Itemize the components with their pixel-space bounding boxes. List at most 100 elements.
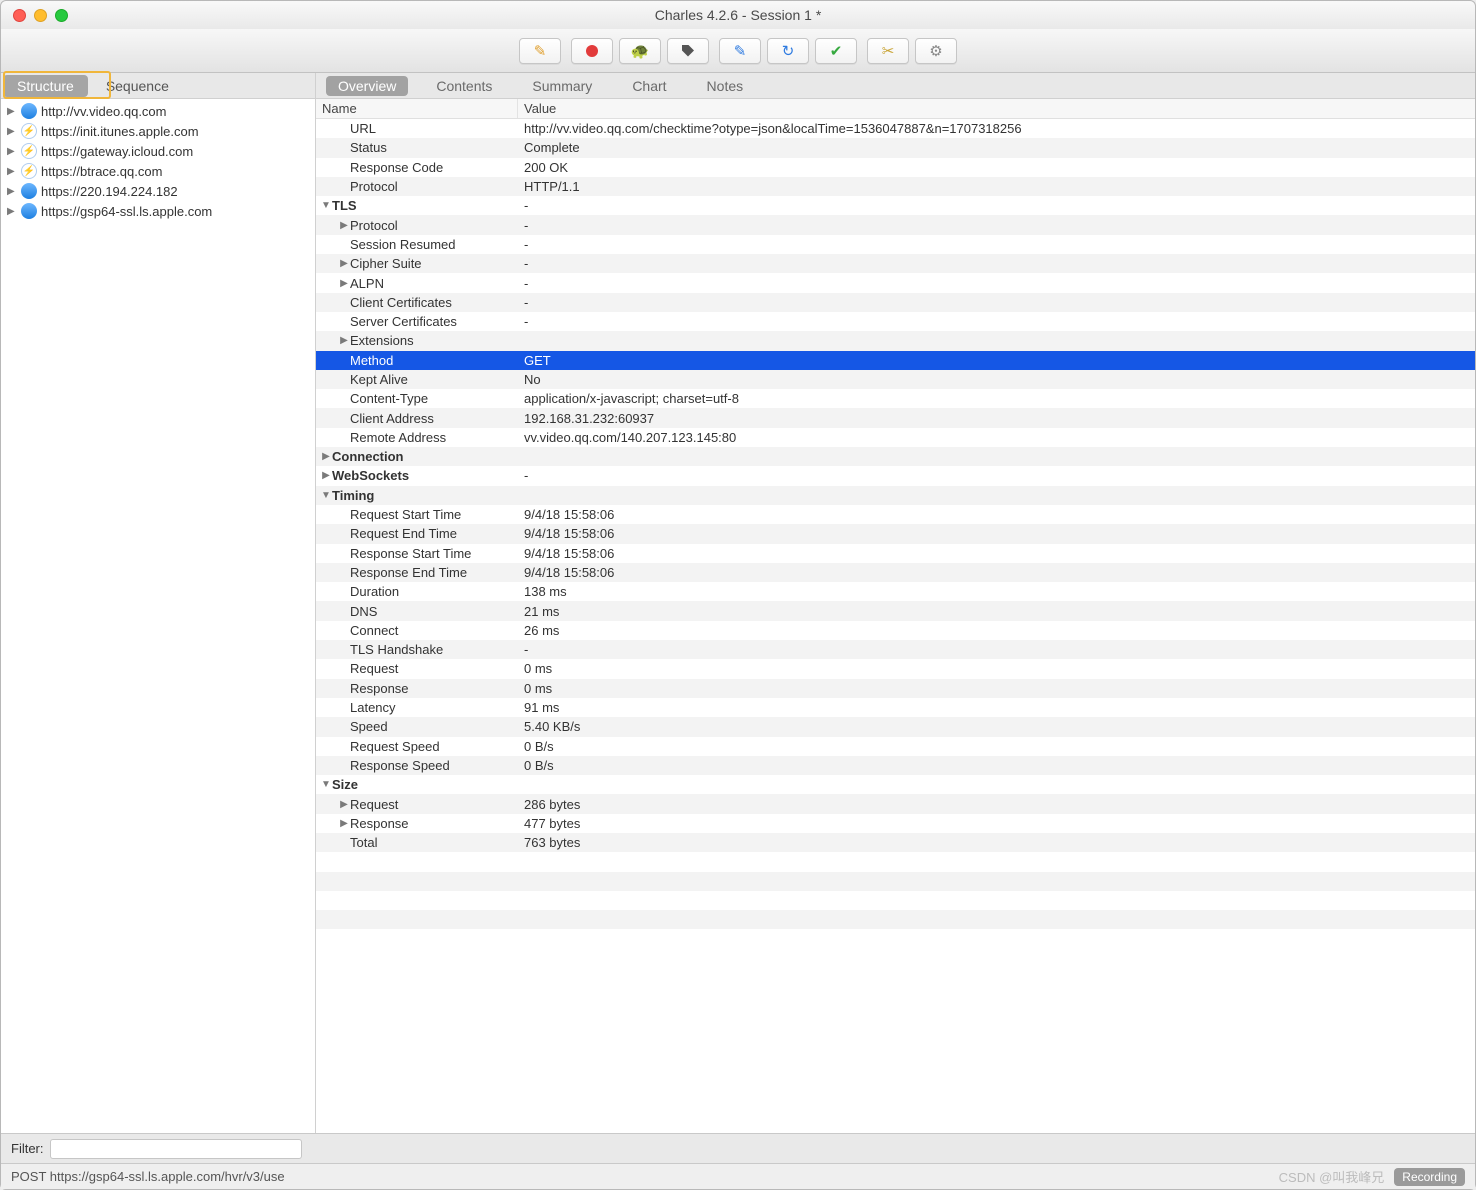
grid-row[interactable]: Request Start Time9/4/18 15:58:06	[316, 505, 1475, 524]
grid-row[interactable]: Response End Time9/4/18 15:58:06	[316, 563, 1475, 582]
filter-input[interactable]	[50, 1139, 302, 1159]
grid-row[interactable]: MethodGET	[316, 351, 1475, 370]
chevron-right-icon[interactable]: ▶	[338, 220, 350, 231]
grid-row[interactable]: Total763 bytes	[316, 833, 1475, 852]
cell-value: 477 bytes	[518, 816, 1475, 831]
grid-row[interactable]: ▼Size	[316, 775, 1475, 794]
grid-row[interactable]: ▼TLS-	[316, 196, 1475, 215]
grid-row[interactable]: ▶WebSockets-	[316, 466, 1475, 485]
grid-row[interactable]: DNS21 ms	[316, 601, 1475, 620]
chevron-down-icon[interactable]: ▼	[320, 779, 332, 790]
grid-row[interactable]: ▶ALPN-	[316, 273, 1475, 292]
grid-row[interactable]: Response Code200 OK	[316, 158, 1475, 177]
validate-button[interactable]: ✔	[815, 38, 857, 64]
grid-row[interactable]: Remote Addressvv.video.qq.com/140.207.12…	[316, 428, 1475, 447]
chevron-right-icon[interactable]: ▶	[338, 799, 350, 810]
cell-name: Client Certificates	[316, 295, 518, 310]
cell-name: Protocol	[316, 179, 518, 194]
grid-row[interactable]: ▶Extensions	[316, 331, 1475, 350]
host-tree[interactable]: ▶ http://vv.video.qq.com▶ ⚡ https://init…	[1, 99, 315, 1133]
grid-row[interactable]	[316, 910, 1475, 929]
cell-value: 0 ms	[518, 681, 1475, 696]
host-row[interactable]: ▶ https://220.194.224.182	[1, 181, 315, 201]
grid-row[interactable]: ▶Connection	[316, 447, 1475, 466]
grid-row[interactable]: Session Resumed-	[316, 235, 1475, 254]
tab-contents[interactable]: Contents	[424, 76, 504, 96]
grid-row[interactable]: Request0 ms	[316, 659, 1475, 678]
titlebar: Charles 4.2.6 - Session 1 *	[1, 1, 1475, 29]
grid-body[interactable]: URLhttp://vv.video.qq.com/checktime?otyp…	[316, 119, 1475, 1133]
cell-value: GET	[518, 353, 1475, 368]
tab-chart[interactable]: Chart	[620, 76, 678, 96]
settings-button[interactable]: ⚙	[915, 38, 957, 64]
throttle-button[interactable]: 🐢	[619, 38, 661, 64]
cell-value: 286 bytes	[518, 797, 1475, 812]
bolt-icon: ⚡	[21, 123, 37, 139]
col-name[interactable]: Name	[316, 99, 518, 118]
row-name-label: Total	[350, 835, 377, 850]
grid-row[interactable]: StatusComplete	[316, 138, 1475, 157]
chevron-right-icon[interactable]: ▶	[320, 451, 332, 462]
grid-row[interactable]: ▶Cipher Suite-	[316, 254, 1475, 273]
grid-row[interactable]	[316, 891, 1475, 910]
repeat-icon: ↻	[782, 42, 795, 60]
compose-button[interactable]: ✎	[719, 38, 761, 64]
grid-row[interactable]: ProtocolHTTP/1.1	[316, 177, 1475, 196]
grid-row[interactable]: ▶Response477 bytes	[316, 814, 1475, 833]
host-row[interactable]: ▶ ⚡ https://gateway.icloud.com	[1, 141, 315, 161]
chevron-right-icon[interactable]: ▶	[338, 278, 350, 289]
tab-overview[interactable]: Overview	[326, 76, 408, 96]
chevron-down-icon[interactable]: ▼	[320, 490, 332, 501]
chevron-right-icon: ▶	[7, 186, 17, 197]
repeat-button[interactable]: ↻	[767, 38, 809, 64]
chevron-right-icon[interactable]: ▶	[338, 818, 350, 829]
grid-row[interactable]: ▶Protocol-	[316, 215, 1475, 234]
grid-row[interactable]: ▶Request286 bytes	[316, 794, 1475, 813]
grid-row[interactable]	[316, 852, 1475, 871]
host-row[interactable]: ▶ ⚡ https://btrace.qq.com	[1, 161, 315, 181]
grid-row[interactable]: Client Address192.168.31.232:60937	[316, 408, 1475, 427]
detail-tabs: Overview Contents Summary Chart Notes	[316, 73, 1475, 99]
grid-header: Name Value	[316, 99, 1475, 119]
grid-row[interactable]: Duration138 ms	[316, 582, 1475, 601]
cell-name: Server Certificates	[316, 314, 518, 329]
grid-row[interactable]: TLS Handshake-	[316, 640, 1475, 659]
cell-name: ▶Request	[316, 797, 518, 812]
grid-row[interactable]: Speed5.40 KB/s	[316, 717, 1475, 736]
grid-row[interactable]: Client Certificates-	[316, 293, 1475, 312]
tab-structure[interactable]: Structure	[3, 75, 88, 97]
chevron-right-icon[interactable]: ▶	[338, 335, 350, 346]
chevron-down-icon[interactable]: ▼	[320, 200, 332, 211]
chevron-right-icon[interactable]: ▶	[338, 258, 350, 269]
cell-value: 0 B/s	[518, 739, 1475, 754]
tab-summary[interactable]: Summary	[520, 76, 604, 96]
breakpoints-button[interactable]	[667, 38, 709, 64]
grid-row[interactable]: Response Speed0 B/s	[316, 756, 1475, 775]
grid-row[interactable]: ▼Timing	[316, 486, 1475, 505]
grid-row[interactable]	[316, 872, 1475, 891]
grid-row[interactable]: Connect26 ms	[316, 621, 1475, 640]
tab-sequence[interactable]: Sequence	[92, 75, 183, 97]
cell-name: Status	[316, 140, 518, 155]
tools-button[interactable]: ✂	[867, 38, 909, 64]
host-row[interactable]: ▶ http://vv.video.qq.com	[1, 101, 315, 121]
record-button[interactable]	[571, 38, 613, 64]
grid-row[interactable]: Kept AliveNo	[316, 370, 1475, 389]
tab-notes[interactable]: Notes	[695, 76, 756, 96]
grid-row[interactable]: Request End Time9/4/18 15:58:06	[316, 524, 1475, 543]
cell-value: 138 ms	[518, 584, 1475, 599]
broom-button[interactable]: ✎	[519, 38, 561, 64]
grid-row[interactable]: Response Start Time9/4/18 15:58:06	[316, 544, 1475, 563]
grid-row[interactable]: URLhttp://vv.video.qq.com/checktime?otyp…	[316, 119, 1475, 138]
col-value[interactable]: Value	[518, 99, 1475, 118]
grid-row[interactable]: Server Certificates-	[316, 312, 1475, 331]
grid-row[interactable]: Latency91 ms	[316, 698, 1475, 717]
grid-row[interactable]: Response0 ms	[316, 679, 1475, 698]
cell-name: Method	[316, 353, 518, 368]
host-row[interactable]: ▶ https://gsp64-ssl.ls.apple.com	[1, 201, 315, 221]
grid-row[interactable]: Request Speed0 B/s	[316, 737, 1475, 756]
cell-value: Complete	[518, 140, 1475, 155]
host-row[interactable]: ▶ ⚡ https://init.itunes.apple.com	[1, 121, 315, 141]
grid-row[interactable]: Content-Typeapplication/x-javascript; ch…	[316, 389, 1475, 408]
chevron-right-icon[interactable]: ▶	[320, 470, 332, 481]
